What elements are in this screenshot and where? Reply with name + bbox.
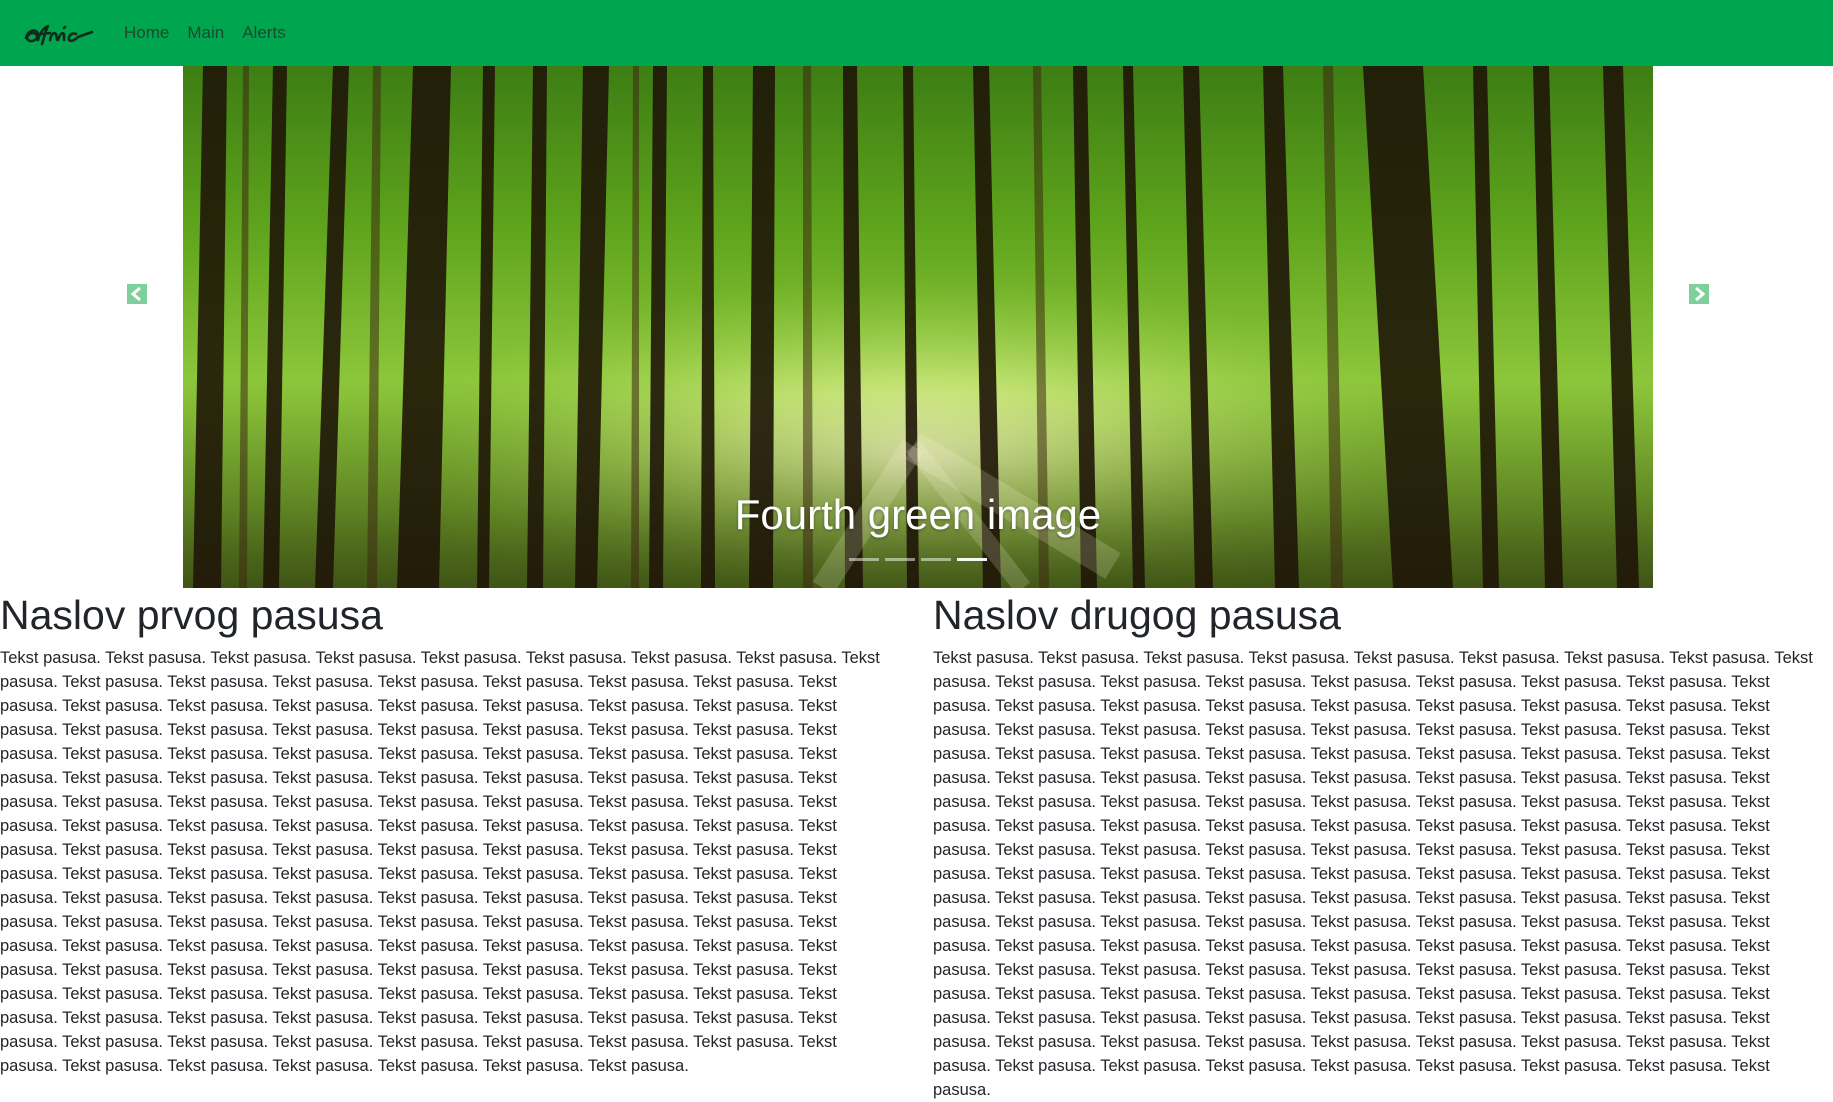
nav-link-alerts[interactable]: Alerts	[242, 23, 285, 43]
section-paragraph: Tekst pasusa. Tekst pasusa. Tekst pasusa…	[0, 649, 880, 1075]
afnic-logo	[24, 24, 94, 46]
carousel-indicator-active[interactable]	[957, 558, 987, 561]
carousel-next-button[interactable]	[1689, 284, 1709, 304]
nav-link-main[interactable]: Main	[187, 23, 224, 43]
chevron-right-icon	[1695, 287, 1706, 301]
section-heading: Naslov prvog pasusa	[0, 592, 383, 638]
top-navbar: Home Main Alerts	[0, 0, 1833, 66]
image-carousel: Fourth green image	[0, 66, 1833, 588]
nav-link-home[interactable]: Home	[124, 23, 169, 43]
section-second: Naslov drugog pasusa Tekst pasusa. Tekst…	[933, 588, 1833, 1102]
nav-links: Home Main Alerts	[124, 0, 304, 66]
carousel-slide: Fourth green image	[183, 66, 1653, 588]
carousel-indicator[interactable]	[921, 558, 951, 561]
chevron-left-icon	[130, 287, 141, 301]
carousel-indicators	[183, 558, 1653, 561]
section-paragraph: Tekst pasusa. Tekst pasusa. Tekst pasusa…	[933, 649, 1813, 1099]
brand-logo[interactable]	[20, 12, 96, 52]
carousel-indicator[interactable]	[885, 558, 915, 561]
section-first: Naslov prvog pasusa Tekst pasusa. Tekst …	[0, 588, 900, 1078]
carousel-indicator[interactable]	[849, 558, 879, 561]
carousel-prev-button[interactable]	[127, 284, 147, 304]
section-heading: Naslov drugog pasusa	[933, 592, 1341, 638]
carousel-caption: Fourth green image	[734, 491, 1102, 538]
